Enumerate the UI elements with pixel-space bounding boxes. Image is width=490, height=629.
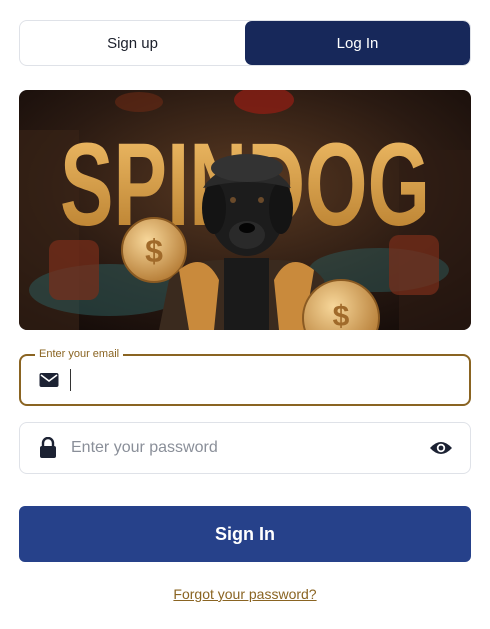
auth-tabs: Sign up Log In (19, 20, 471, 66)
tab-sign-up[interactable]: Sign up (20, 21, 245, 65)
sign-in-button[interactable]: Sign In (19, 506, 471, 562)
envelope-icon (38, 372, 60, 388)
svg-text:$: $ (333, 300, 350, 330)
password-input[interactable] (71, 423, 428, 473)
svg-text:$: $ (145, 233, 163, 269)
eye-icon[interactable] (428, 440, 454, 456)
promo-banner: SPINDOG $ $ (19, 90, 471, 330)
text-cursor (70, 369, 71, 391)
tab-log-in[interactable]: Log In (245, 21, 470, 65)
forgot-password-link[interactable]: Forgot your password? (0, 586, 490, 602)
lock-icon (37, 437, 59, 459)
email-label: Enter your email (35, 348, 124, 361)
banner-illustration: SPINDOG $ $ (19, 90, 471, 330)
email-field[interactable]: Enter your email (19, 348, 471, 406)
email-input[interactable] (81, 356, 469, 404)
password-field[interactable] (19, 422, 471, 474)
